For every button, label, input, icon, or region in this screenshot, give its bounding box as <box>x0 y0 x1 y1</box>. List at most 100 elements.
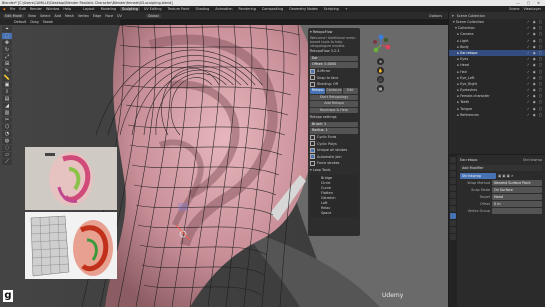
scene-selector[interactable]: Scene <box>509 7 519 11</box>
outliner-filter-icon[interactable]: ▾ <box>452 14 454 18</box>
shrink-icon[interactable]: ◌ <box>2 145 12 151</box>
modifier-name-field[interactable]: Shrinkwrap <box>460 173 496 179</box>
drag-dropdown[interactable]: Drag <box>30 20 38 24</box>
modifier-property-value[interactable]: On Surface <box>492 187 542 193</box>
properties-tab-icon[interactable] <box>450 234 456 240</box>
retopo-option-row[interactable]: Automatic join <box>310 154 358 160</box>
retopo-tab-edit[interactable]: Edit <box>342 88 358 94</box>
knife-icon[interactable]: ✂ <box>2 117 12 123</box>
spin-icon[interactable]: ◔ <box>2 131 12 137</box>
view-layer-selector[interactable]: ViewLayer <box>524 7 542 11</box>
loopcut-icon[interactable]: ▥ <box>2 110 12 116</box>
workspace-tab-layout[interactable]: Layout <box>81 7 97 11</box>
workspace-tab-sculpting[interactable]: Sculpting <box>120 7 140 11</box>
modifier-property-value[interactable]: Head <box>492 194 542 200</box>
move-icon[interactable]: ✥ <box>2 40 12 46</box>
add-modifier-button[interactable]: Add Modifier <box>460 165 542 171</box>
properties-tab-icon[interactable] <box>450 157 456 163</box>
retopo-option-checkbox[interactable]: Cyclic Ends <box>310 135 336 139</box>
options-dropdown[interactable]: Options <box>429 14 442 18</box>
add-cube-icon[interactable]: ▣ <box>2 82 12 88</box>
retopo-option-row[interactable]: Cyclic Ends <box>310 135 358 141</box>
retopo-option-row[interactable]: Unique all strokes <box>310 148 358 154</box>
viewport-menu-face[interactable]: Face <box>105 14 113 18</box>
retopo-setting-row[interactable]: Shading: Off <box>310 82 358 88</box>
retopo-setting-row[interactable]: Offset: 0.0000 <box>310 62 358 68</box>
modifier-property-value[interactable]: Nearest Surface Point <box>492 180 542 186</box>
measure-icon[interactable]: 📏 <box>2 75 12 81</box>
workspace-tab-shading[interactable]: Shading <box>193 7 211 11</box>
modifier-property-value[interactable] <box>492 208 542 214</box>
grid-icon[interactable]: ▦ <box>377 85 384 92</box>
retopo-button-add-retopo[interactable]: Add Retopo <box>310 101 358 107</box>
navigation-gizmo[interactable] <box>370 34 392 56</box>
workspace-tab-uv-editing[interactable]: UV Editing <box>142 7 164 11</box>
properties-tab-icon[interactable] <box>450 220 456 226</box>
retopo-setting-row[interactable]: Snap to face <box>310 75 358 81</box>
properties-tab-icon[interactable] <box>450 192 456 198</box>
properties-tab-icon[interactable] <box>450 178 456 184</box>
retopo-button-keymaps-help[interactable]: Keymaps & Help <box>310 107 358 113</box>
menu-edit[interactable]: Edit <box>19 7 26 11</box>
workspace-tab--[interactable]: + <box>343 7 350 11</box>
properties-tab-icon[interactable] <box>450 199 456 205</box>
modifier-property-value[interactable]: 0 m <box>492 201 542 207</box>
properties-tab-icon[interactable] <box>450 171 456 177</box>
menu-window[interactable]: Window <box>46 7 59 11</box>
properties-tab-icon[interactable] <box>450 206 456 212</box>
bevel-icon[interactable]: ◢ <box>2 103 12 109</box>
retopo-option-checkbox[interactable]: Unique all strokes <box>310 148 347 152</box>
retopo-option-row[interactable]: Cyclic Polys <box>310 141 358 147</box>
rotate-icon[interactable]: ↻ <box>2 47 12 53</box>
viewport-menu-uv[interactable]: UV <box>117 14 122 18</box>
loop-tools-header[interactable]: ▾ Loop Tools <box>310 168 358 174</box>
zoom-icon[interactable]: ⊕ <box>377 58 384 65</box>
cursor-icon[interactable]: ⌖ <box>2 26 12 32</box>
workspace-tab-compositing[interactable]: Compositing <box>260 7 285 11</box>
smooth-icon[interactable]: ◍ <box>2 138 12 144</box>
properties-tab-icon[interactable] <box>450 185 456 191</box>
polybuild-icon[interactable]: ⬡ <box>2 124 12 130</box>
viewport-menu-view[interactable]: View <box>28 14 36 18</box>
retopo-option-checkbox[interactable]: Cyclic Polys <box>310 142 337 146</box>
retopo-setting-checkbox[interactable]: Snap to face <box>310 76 338 80</box>
workspace-tab-texture-paint[interactable]: Texture Paint <box>166 7 192 11</box>
properties-tab-icon[interactable] <box>450 227 456 233</box>
viewport-menu-add[interactable]: Add <box>54 14 61 18</box>
viewport-menu-vertex[interactable]: Vertex <box>78 14 89 18</box>
tweak-dropdown[interactable]: Tweak <box>43 20 53 24</box>
retopo-option-checkbox[interactable]: Automatic join <box>310 155 342 159</box>
viewport-menu-select[interactable]: Select <box>40 14 50 18</box>
outliner-visibility-icons[interactable]: ✓ ◉ ▢ <box>527 112 543 118</box>
orientation-dropdown[interactable]: Global <box>145 13 161 18</box>
rip-icon[interactable]: ⟋ <box>2 159 12 165</box>
blender-logo-icon[interactable]: ◆ <box>3 7 6 11</box>
properties-tab-icon[interactable] <box>450 213 456 219</box>
retopo-setting-checkbox[interactable]: Shading: Off <box>310 82 338 86</box>
modifier-toggles[interactable]: ▣ ▣ ▣ ✕ <box>498 173 514 179</box>
properties-tab-icon[interactable] <box>450 164 456 170</box>
retopo-tab-contours[interactable]: Contours <box>326 88 342 94</box>
viewport-menu-mesh[interactable]: Mesh <box>65 14 74 18</box>
menu-file[interactable]: File <box>10 7 16 11</box>
mode-dropdown[interactable]: Edit Mode <box>3 13 24 18</box>
retopo-option-checkbox[interactable]: Force strokes <box>310 161 339 165</box>
inset-icon[interactable]: ▤ <box>2 96 12 102</box>
retopo-option-row[interactable]: Force strokes <box>310 161 358 167</box>
retopo-setting-checkbox[interactable]: X-Mirror <box>310 69 330 73</box>
orientation-default[interactable]: Default <box>14 20 26 24</box>
shear-icon[interactable]: ▱ <box>2 152 12 158</box>
workspace-tab-geometry-nodes[interactable]: Geometry Nodes <box>287 7 320 11</box>
retopo-option-field[interactable]: Brush: 1 <box>310 121 358 127</box>
retopo-setting-field[interactable]: Offset: 0.0000 <box>310 62 358 68</box>
outliner-row[interactable]: ▸ References ✓ ◉ ▢ <box>449 112 545 118</box>
extrude-icon[interactable]: ⇧ <box>2 89 12 95</box>
camera-icon[interactable]: 🎥 <box>377 76 384 83</box>
workspace-tab-animation[interactable]: Animation <box>213 7 234 11</box>
retopo-tab-retopo[interactable]: Retopo <box>310 88 326 94</box>
workspace-tab-rendering[interactable]: Rendering <box>237 7 258 11</box>
scale-icon[interactable]: ⤢ <box>2 54 12 60</box>
retopo-option-row[interactable]: Radius: 1 <box>310 128 358 134</box>
annotate-icon[interactable]: ✎ <box>2 68 12 74</box>
menu-render[interactable]: Render <box>30 7 42 11</box>
